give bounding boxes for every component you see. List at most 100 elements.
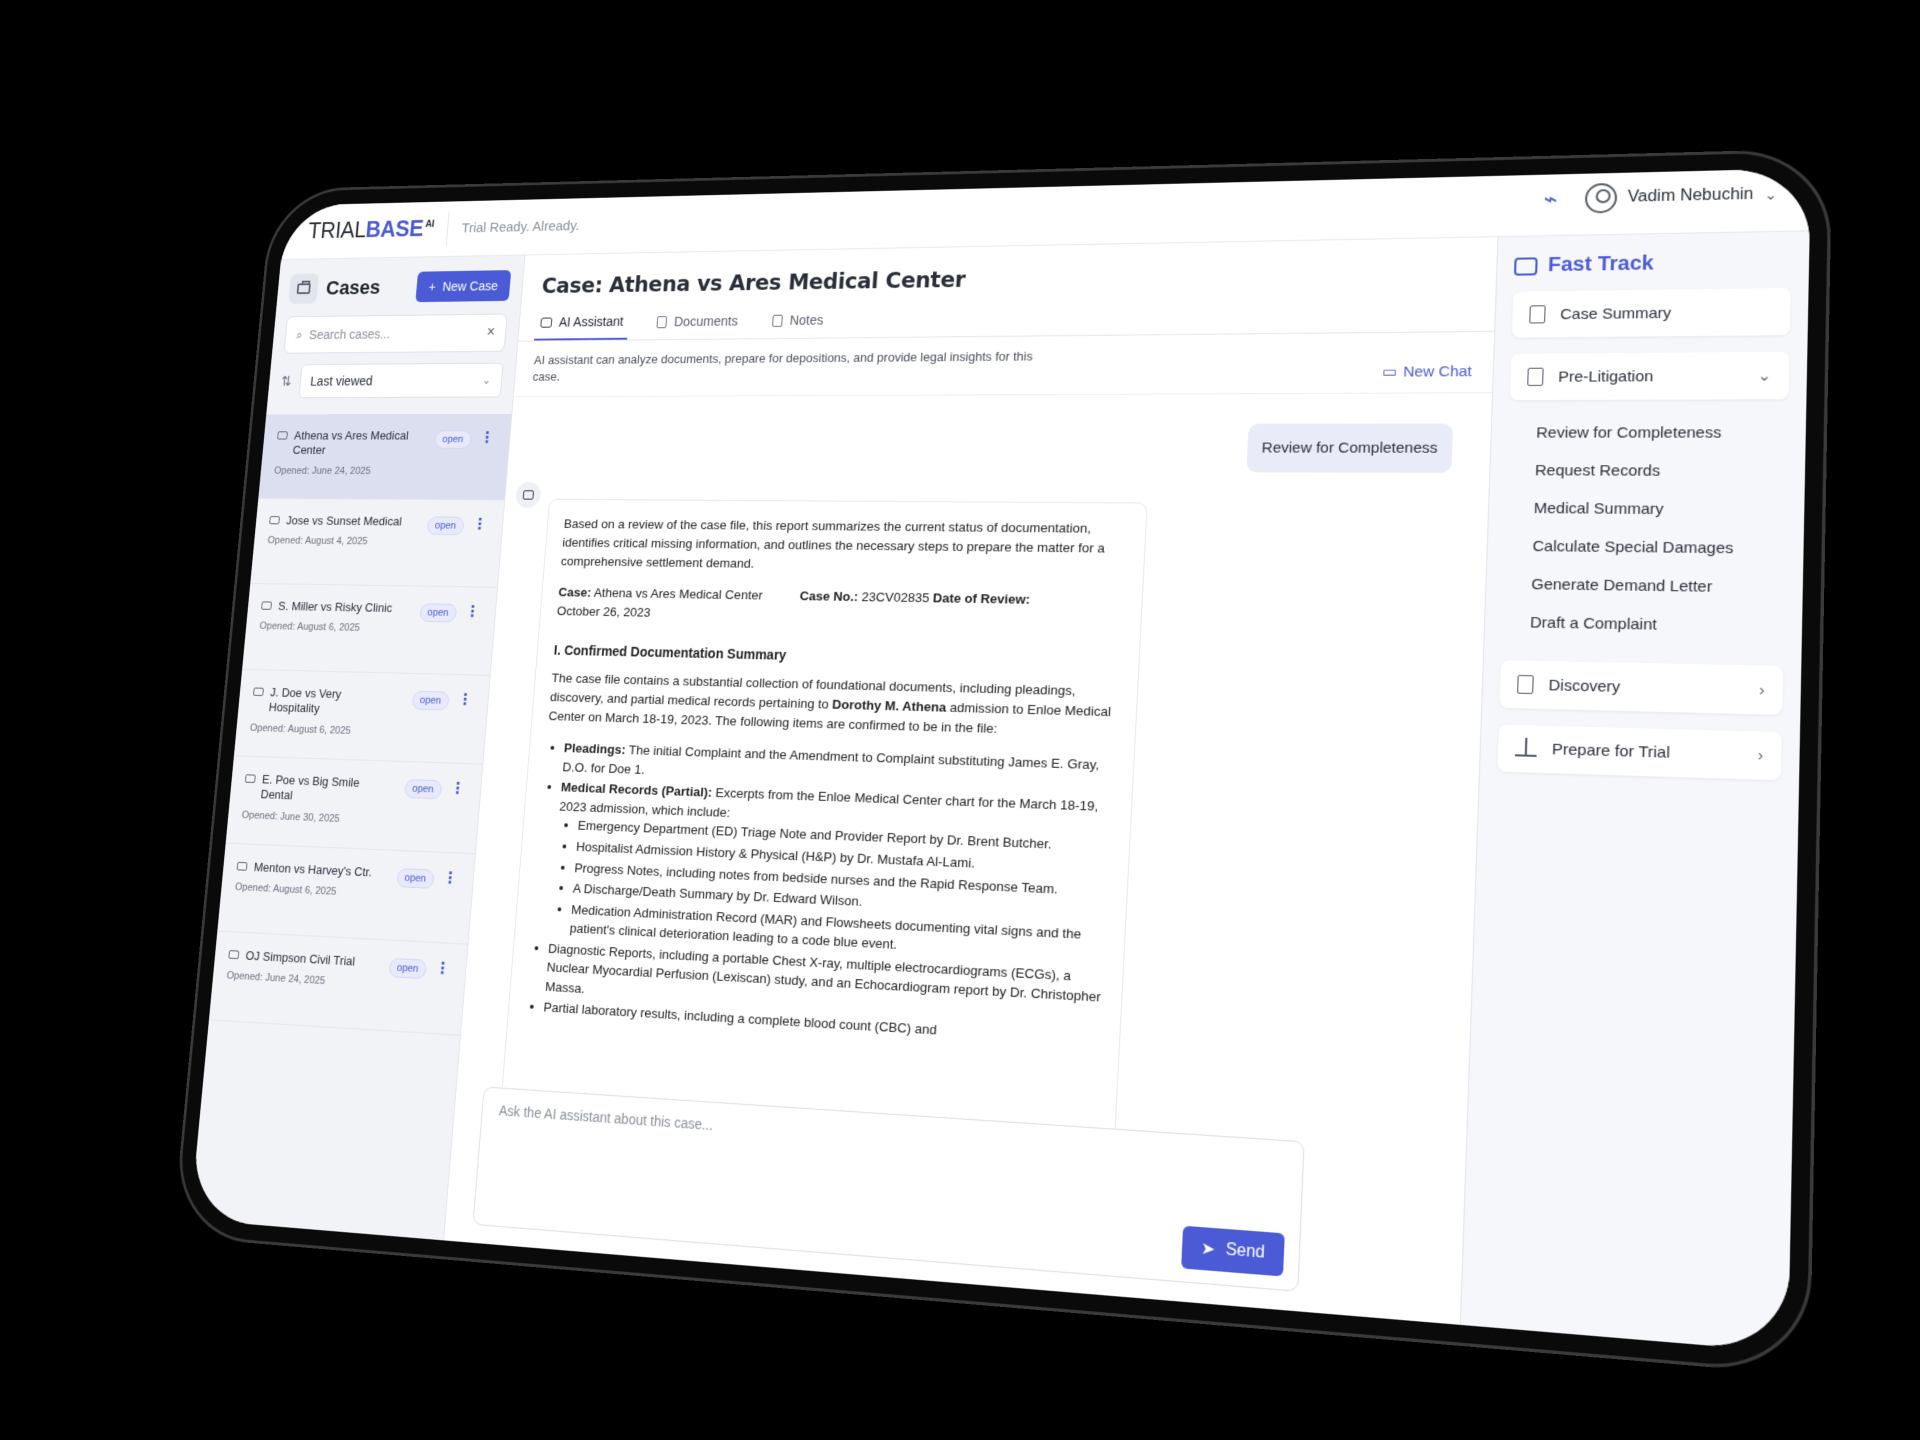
fast-track-item[interactable]: Request Records: [1534, 452, 1787, 491]
fast-track-title: Fast Track: [1513, 250, 1792, 278]
assistant-note-text: AI assistant can analyze documents, prep…: [532, 348, 1034, 384]
patient-name: Dorothy M. Athena: [831, 696, 947, 715]
case-date: Opened: August 6, 2025: [259, 620, 361, 634]
status-badge: open: [426, 516, 465, 536]
case-item[interactable]: OJ Simpson Civil Trial Opened: June 24, …: [208, 931, 468, 1036]
search-input[interactable]: ⌕ Search cases... ×: [283, 313, 508, 354]
case-name: J. Doe vs Very Hospitality: [268, 685, 342, 716]
case-date: Opened: June 30, 2025: [241, 809, 341, 825]
report-case: Case: Athena vs Ares Medical Center Octo…: [556, 583, 763, 624]
search-icon: ⌕: [295, 327, 304, 342]
status-badge: open: [395, 868, 435, 889]
brand-logo[interactable]: TRIAL BASE AI: [307, 216, 435, 244]
more-options-icon[interactable]: ⋮: [479, 428, 494, 446]
more-options-icon[interactable]: ⋮: [442, 868, 458, 888]
clear-search-icon[interactable]: ×: [486, 325, 495, 341]
case-summary-label: Case Summary: [1559, 304, 1672, 323]
status-badge: open: [403, 779, 443, 800]
chat-area: Review for Completeness Based on a revie…: [444, 394, 1492, 1325]
plus-icon: +: [428, 279, 437, 294]
scale-icon: [1514, 741, 1538, 757]
prepare-trial-label: Prepare for Trial: [1551, 740, 1671, 762]
more-options-icon[interactable]: ⋮: [434, 958, 451, 978]
stage: TRIAL BASE AI Trial Ready. Already. ⌁ Va…: [0, 0, 1920, 1440]
document-list: Pleadings: The initial Complaint and the…: [543, 739, 1116, 1051]
case-item[interactable]: Menton vs Harvey's Ctr. Opened: August 6…: [217, 843, 476, 945]
chevron-down-icon: ⌄: [1764, 185, 1778, 203]
robot-icon: [522, 490, 534, 500]
case-no-value: 23CV02835: [861, 589, 930, 606]
chevron-right-icon: ›: [1758, 680, 1765, 700]
tab-documents[interactable]: Documents: [650, 305, 744, 339]
case-date: Opened: June 24, 2025: [273, 465, 372, 477]
fast-track-item[interactable]: Calculate Special Damages: [1532, 527, 1786, 568]
assistant-description: AI assistant can analyze documents, prep…: [513, 331, 1495, 398]
new-case-button[interactable]: + New Case: [415, 270, 512, 303]
case-list: Athena vs Ares Medical Center Opened: Ju…: [208, 413, 512, 1036]
case-no-label: Case No.:: [799, 588, 859, 604]
case-name: Jose vs Sunset Medical: [285, 513, 403, 529]
case-name: E. Poe vs Big Smile Dental: [260, 772, 361, 803]
robot-icon: [540, 317, 553, 328]
more-options-icon[interactable]: ⋮: [472, 515, 487, 534]
fast-track-item[interactable]: Draft a Complaint: [1529, 604, 1784, 647]
fast-track-item[interactable]: Generate Demand Letter: [1531, 565, 1785, 607]
pre-litigation-section[interactable]: Pre-Litigation ⌄: [1509, 351, 1790, 401]
sort-select-value: Last viewed: [309, 373, 374, 389]
briefcase-icon: [261, 601, 272, 610]
prepare-trial-section[interactable]: Prepare for Trial ›: [1497, 724, 1782, 781]
case-name: S. Miller vs Risky Clinic: [277, 598, 393, 615]
send-label: Send: [1225, 1240, 1266, 1263]
new-chat-button[interactable]: ▭ New Chat: [1382, 363, 1472, 381]
sort-select[interactable]: Last viewed ⌄: [298, 362, 504, 399]
assistant-report: Based on a review of the case file, this…: [499, 499, 1148, 1155]
case-item[interactable]: J. Doe vs Very Hospitality Opened: Augus…: [233, 669, 490, 765]
case-summary-button[interactable]: Case Summary: [1511, 287, 1791, 338]
briefcase-icon: [269, 516, 280, 525]
file-text-icon: [1527, 367, 1544, 386]
brand-part-2: BASE: [364, 216, 425, 243]
user-menu[interactable]: Vadim Nebuchin ⌄: [1584, 179, 1778, 214]
chat-input-placeholder: Ask the AI assistant about this case...: [498, 1102, 714, 1134]
case-item[interactable]: S. Miller vs Risky Clinic Opened: August…: [242, 583, 498, 676]
tab-notes[interactable]: Notes: [766, 304, 830, 338]
more-options-icon[interactable]: ⋮: [457, 690, 473, 709]
case-item[interactable]: Athena vs Ares Medical Center Opened: Ju…: [258, 413, 512, 501]
chevron-right-icon: ›: [1757, 746, 1764, 765]
new-case-label: New Case: [441, 278, 499, 294]
more-options-icon[interactable]: ⋮: [450, 779, 466, 798]
assistant-avatar: [514, 482, 542, 509]
report-intro: Based on a review of the case file, this…: [560, 516, 1106, 571]
status-badge: open: [418, 603, 458, 623]
fast-track-item[interactable]: Review for Completeness: [1536, 414, 1789, 452]
chevron-down-icon: ⌄: [481, 373, 492, 387]
discovery-section[interactable]: Discovery ›: [1499, 660, 1784, 715]
fast-track-item[interactable]: Medical Summary: [1533, 490, 1787, 530]
case-item[interactable]: Jose vs Sunset Medical Opened: August 4,…: [250, 498, 505, 588]
status-badge: open: [388, 957, 428, 980]
case-date: Opened: August 4, 2025: [267, 535, 369, 548]
document-icon: [656, 315, 668, 328]
tab-ai-assistant[interactable]: AI Assistant: [533, 306, 630, 341]
tagline: Trial Ready. Already.: [445, 208, 581, 246]
status-badge: open: [433, 430, 472, 449]
file-check-icon: [1529, 305, 1546, 324]
report-meta: Case: Athena vs Ares Medical Center Octo…: [556, 583, 1124, 630]
tab-label: AI Assistant: [558, 313, 624, 330]
brand-part-1: TRIAL: [307, 217, 367, 244]
notes-icon: [771, 314, 783, 327]
activity-icon[interactable]: ⌁: [1543, 186, 1558, 212]
case-value: Athena vs Ares Medical Center: [593, 585, 764, 603]
more-options-icon[interactable]: ⋮: [465, 602, 481, 621]
briefcase-icon: [277, 431, 288, 440]
case-item[interactable]: E. Poe vs Big Smile Dental Opened: June …: [225, 756, 483, 855]
briefcase-icon: [228, 950, 240, 960]
case-label: Case:: [557, 584, 592, 600]
tab-label: Documents: [673, 313, 739, 329]
status-badge: open: [411, 690, 450, 711]
case-main-panel: Case: Athena vs Ares Medical Center AI A…: [443, 237, 1498, 1325]
chat-input[interactable]: Ask the AI assistant about this case... …: [472, 1086, 1305, 1292]
briefcase-icon: [288, 273, 320, 304]
sidebar-header: Cases + New Case: [288, 270, 512, 304]
send-button[interactable]: ➤ Send: [1181, 1225, 1285, 1277]
